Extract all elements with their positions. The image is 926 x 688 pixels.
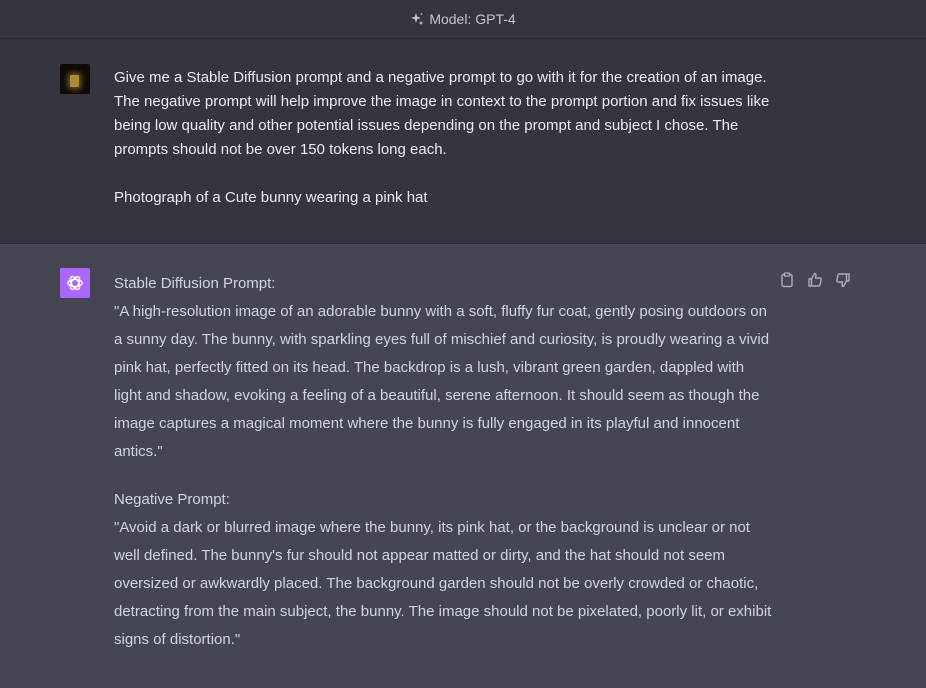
- prompt-text: "A high-resolution image of an adorable …: [114, 303, 770, 460]
- thumbs-down-icon[interactable]: [834, 271, 852, 289]
- user-avatar: [60, 64, 90, 94]
- clipboard-icon[interactable]: [778, 271, 796, 289]
- model-header: Model: GPT-4: [0, 0, 926, 39]
- user-message: Give me a Stable Diffusion prompt and a …: [0, 39, 926, 244]
- assistant-message-text: Stable Diffusion Prompt: "A high-resolut…: [114, 270, 774, 674]
- prompt-label: Stable Diffusion Prompt:: [114, 275, 276, 292]
- user-message-text: Give me a Stable Diffusion prompt and a …: [114, 66, 774, 234]
- negative-prompt-section: Negative Prompt: "Avoid a dark or blurre…: [114, 486, 774, 654]
- assistant-message: Stable Diffusion Prompt: "A high-resolut…: [0, 244, 926, 688]
- negative-prompt-text: "Avoid a dark or blurred image where the…: [114, 519, 772, 648]
- negative-prompt-label: Negative Prompt:: [114, 491, 230, 508]
- sparkle-icon: [410, 12, 424, 26]
- message-actions: [778, 271, 852, 289]
- prompt-section: Stable Diffusion Prompt: "A high-resolut…: [114, 270, 774, 466]
- thumbs-up-icon[interactable]: [806, 271, 824, 289]
- user-message-paragraph: Photograph of a Cute bunny wearing a pin…: [114, 189, 428, 206]
- user-message-paragraph: Give me a Stable Diffusion prompt and a …: [114, 69, 770, 158]
- model-label: Model: GPT-4: [429, 11, 516, 27]
- openai-logo-icon: [60, 268, 90, 298]
